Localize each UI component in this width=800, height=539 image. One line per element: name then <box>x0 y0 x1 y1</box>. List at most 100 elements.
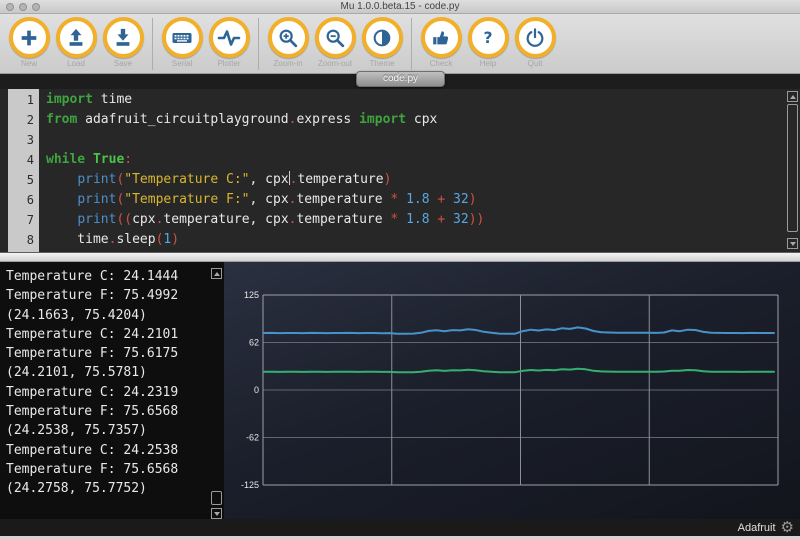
console-scrollbar-thumb[interactable] <box>211 491 222 505</box>
serial-button[interactable] <box>162 17 203 58</box>
theme-button-label: Theme <box>370 59 395 68</box>
code-token: 1.8 <box>406 212 429 227</box>
tab-bar: code.py <box>0 74 800 89</box>
keyboard-icon <box>170 26 194 50</box>
line-number: 6 <box>8 190 34 210</box>
console-line: (24.2538, 75.7357) <box>6 421 224 440</box>
close-window-button[interactable] <box>6 3 14 11</box>
theme-button[interactable] <box>362 17 403 58</box>
editor-scrollbar-thumb[interactable] <box>787 104 798 232</box>
check-button-label: Check <box>430 59 453 68</box>
code-token: time <box>46 232 109 247</box>
editor-scrollbar[interactable] <box>786 89 798 252</box>
code-token: 1.8 <box>406 192 429 207</box>
serial-console[interactable]: Temperature C: 24.1444Temperature F: 75.… <box>0 262 224 519</box>
code-token: temperature <box>297 172 383 187</box>
toolbar: NewLoadSaveSerialPlotterZoom-inZoom-outT… <box>0 14 800 74</box>
y-tick-label: 62 <box>249 338 259 348</box>
console-line: (24.2101, 75.5781) <box>6 363 224 382</box>
y-tick-label: 0 <box>254 385 259 395</box>
pane-splitter[interactable] <box>0 252 800 262</box>
code-text-area[interactable]: import time from adafruit_circuitplaygrou… <box>39 89 484 252</box>
help-button[interactable]: ? <box>468 17 509 58</box>
line-number: 1 <box>8 90 34 110</box>
code-token: (( <box>116 212 132 227</box>
console-line: Temperature F: 75.6175 <box>6 344 224 363</box>
save-button[interactable] <box>103 17 144 58</box>
magnifier-minus-icon <box>324 27 346 49</box>
temperature-chart: 125620-62-125 <box>224 262 800 519</box>
code-token: temperature <box>296 192 390 207</box>
console-line: (24.2758, 75.7752) <box>6 479 224 498</box>
console-line: Temperature F: 75.4992 <box>6 286 224 305</box>
console-line: (24.1663, 75.4204) <box>6 306 224 325</box>
code-line: print("Temperature F:", cpx.temperature … <box>46 190 484 210</box>
code-token: temperature <box>163 212 249 227</box>
zoom-window-button[interactable] <box>32 3 40 11</box>
load-button[interactable] <box>56 17 97 58</box>
line-number: 3 <box>8 130 34 150</box>
code-line: print((cpx.temperature, cpx.temperature … <box>46 210 484 230</box>
traffic-lights <box>6 3 40 11</box>
line-number-gutter: 12345678 <box>8 89 39 252</box>
code-token: , cpx <box>250 172 289 187</box>
zoom-in-toolbar-item: Zoom-in <box>265 17 311 68</box>
code-token: 32 <box>453 212 469 227</box>
gear-icon[interactable]: ⚙ <box>781 520 794 535</box>
scroll-up-icon[interactable] <box>787 91 798 102</box>
tab-code-py[interactable]: code.py <box>356 71 445 87</box>
download-icon <box>112 27 134 49</box>
code-token: ) <box>384 172 392 187</box>
waveform-icon <box>217 26 241 50</box>
quit-toolbar-item: Quit <box>512 17 558 68</box>
code-token: while <box>46 152 85 167</box>
check-button[interactable] <box>421 17 462 58</box>
scroll-down-icon[interactable] <box>787 238 798 249</box>
y-tick-label: -62 <box>246 433 259 443</box>
code-token <box>445 192 453 207</box>
code-token <box>46 172 77 187</box>
scroll-up-icon[interactable] <box>211 268 222 279</box>
code-line: while True: <box>46 150 484 170</box>
window-title: Mu 1.0.0.beta.15 - code.py <box>341 1 460 12</box>
toolbar-separator <box>152 18 153 70</box>
zoom-in-button[interactable] <box>268 17 309 58</box>
code-token: ) <box>171 232 179 247</box>
plotter-pane: 125620-62-125 <box>224 262 800 519</box>
code-line: from adafruit_circuitplayground.express … <box>46 110 484 130</box>
code-token: : <box>124 152 132 167</box>
minimize-window-button[interactable] <box>19 3 27 11</box>
toolbar-separator <box>411 18 412 70</box>
code-token <box>398 212 406 227</box>
scroll-down-icon[interactable] <box>211 508 222 519</box>
line-number: 7 <box>8 210 34 230</box>
code-token: , cpx <box>250 192 289 207</box>
code-line: time.sleep(1) <box>46 230 484 250</box>
console-scrollbar[interactable] <box>210 262 222 519</box>
new-button-label: New <box>21 59 37 68</box>
code-editor[interactable]: 12345678 import time from adafruit_circui… <box>0 89 800 252</box>
code-token: "Temperature C:" <box>124 172 249 187</box>
new-button[interactable] <box>9 17 50 58</box>
power-icon <box>524 27 546 49</box>
plotter-button[interactable] <box>209 17 250 58</box>
check-toolbar-item: Check <box>418 17 464 68</box>
code-token <box>398 192 406 207</box>
code-token: ) <box>469 192 477 207</box>
quit-button[interactable] <box>515 17 556 58</box>
toolbar-separator <box>258 18 259 70</box>
help-toolbar-item: ?Help <box>465 17 511 68</box>
y-tick-label: 125 <box>244 290 259 300</box>
thumbs-up-icon <box>430 27 452 49</box>
console-line: Temperature C: 24.2538 <box>6 441 224 460</box>
console-line: Temperature C: 24.2101 <box>6 325 224 344</box>
save-button-label: Save <box>114 59 132 68</box>
svg-text:?: ? <box>483 29 492 47</box>
code-token <box>85 152 93 167</box>
code-token: cpx <box>132 212 155 227</box>
code-token: import <box>46 92 93 107</box>
code-token: temperature <box>296 212 390 227</box>
code-token <box>445 212 453 227</box>
zoom-out-button[interactable] <box>315 17 356 58</box>
code-token: print <box>77 192 116 207</box>
